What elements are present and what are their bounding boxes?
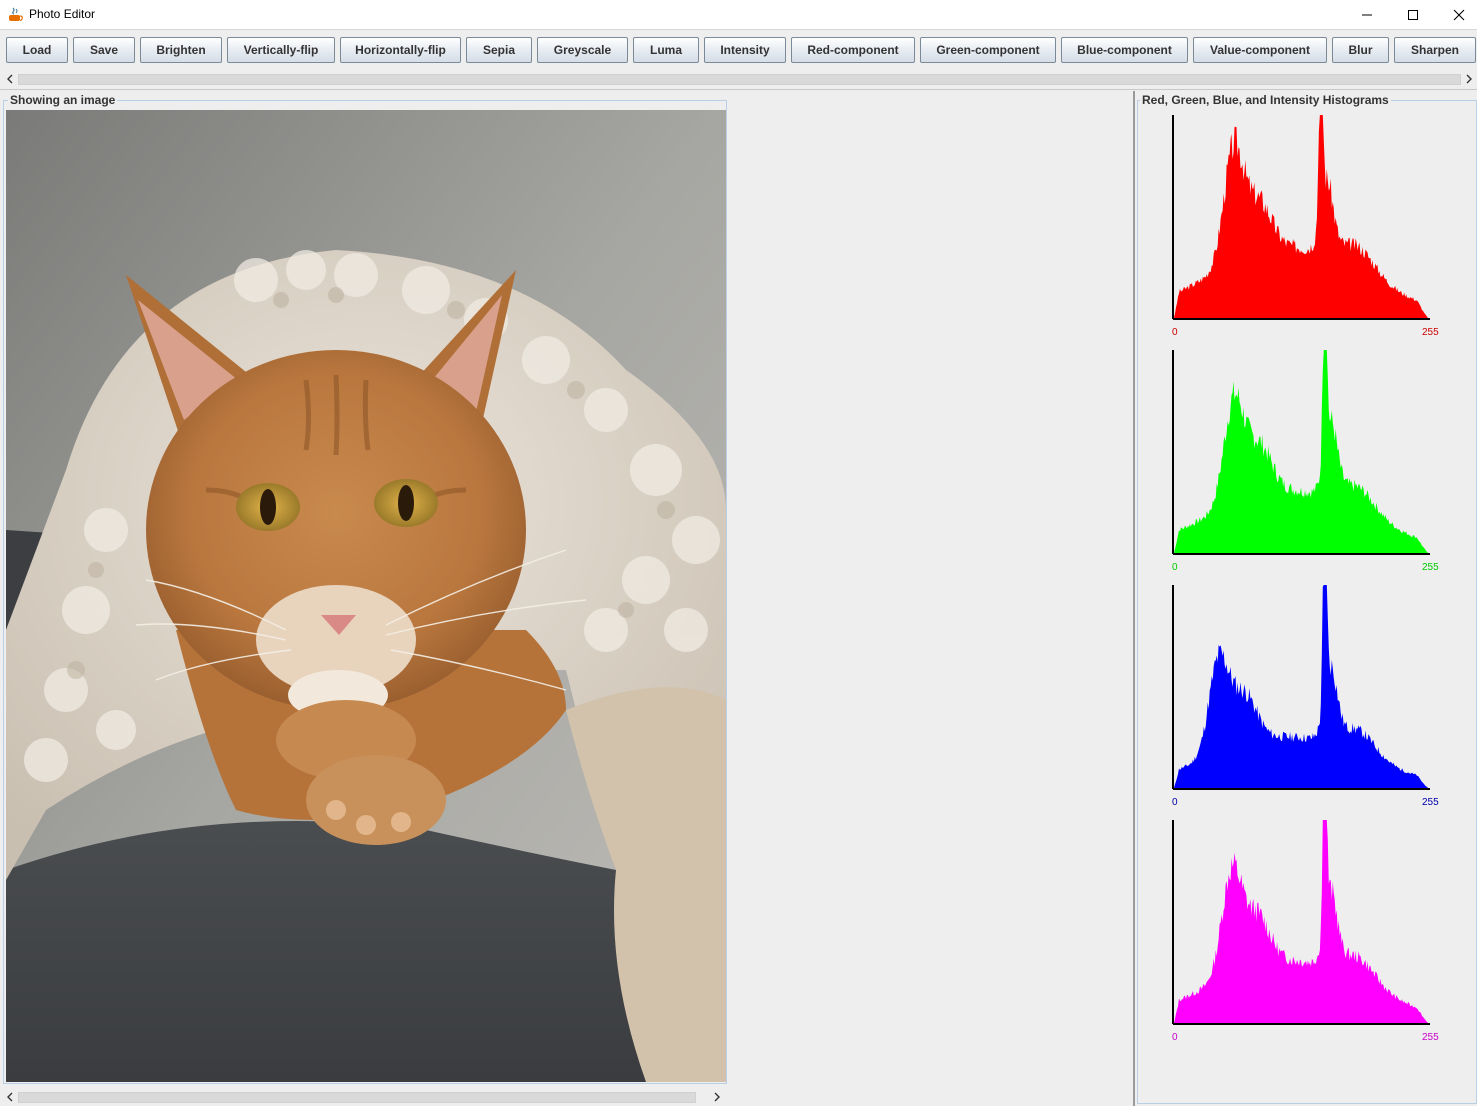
minimize-button[interactable]: [1344, 0, 1390, 30]
load-button[interactable]: Load: [6, 37, 68, 63]
greyscale-button[interactable]: Greyscale: [537, 37, 628, 63]
scroll-thumb[interactable]: [18, 74, 1461, 85]
green-histogram-min-label: 0: [1172, 562, 1178, 573]
luma-button[interactable]: Luma: [633, 37, 699, 63]
chevron-right-icon: [714, 1092, 720, 1102]
maximize-icon: [1408, 10, 1418, 20]
scroll-right-arrow[interactable]: [1461, 71, 1477, 87]
toolbar-divider: [0, 89, 1477, 90]
red-histogram-max-label: 255: [1422, 327, 1439, 338]
chevron-right-icon: [1466, 74, 1472, 84]
intensity-histogram-max-label: 255: [1422, 1032, 1439, 1043]
red-histogram-min-label: 0: [1172, 327, 1178, 338]
brighten-button[interactable]: Brighten: [140, 37, 222, 63]
blue-histogram-min-label: 0: [1172, 797, 1178, 808]
window-title: Photo Editor: [29, 7, 96, 21]
green-histogram-bars: [1174, 350, 1428, 553]
photo-image: [6, 110, 726, 1082]
red-component-button[interactable]: Red-component: [791, 37, 915, 63]
image-scrollbar[interactable]: [0, 1089, 728, 1105]
image-scroll-left-arrow[interactable]: [2, 1089, 18, 1105]
maximize-button[interactable]: [1390, 0, 1436, 30]
save-button[interactable]: Save: [73, 37, 135, 63]
close-icon: [1453, 9, 1465, 21]
blue-histogram: 0 255: [1172, 585, 1439, 808]
intensity-histogram-bars: [1174, 820, 1428, 1023]
sharpen-button[interactable]: Sharpen: [1394, 37, 1476, 63]
minimize-icon: [1362, 14, 1372, 16]
blur-button[interactable]: Blur: [1332, 37, 1389, 63]
chevron-left-icon: [7, 1092, 13, 1102]
intensity-histogram: 0 255: [1172, 820, 1439, 1043]
histogram-panel-title: Red, Green, Blue, and Intensity Histogra…: [1140, 93, 1391, 107]
image-scroll-right-arrow[interactable]: [709, 1089, 725, 1105]
green-histogram-max-label: 255: [1422, 562, 1439, 573]
blue-component-button[interactable]: Blue-component: [1061, 37, 1188, 63]
image-panel-title: Showing an image: [8, 93, 118, 107]
intensity-histogram-min-label: 0: [1172, 1032, 1178, 1043]
scroll-left-arrow[interactable]: [2, 71, 18, 87]
blue-histogram-bars: [1174, 585, 1428, 788]
java-app-icon: [9, 7, 23, 21]
value-component-button[interactable]: Value-component: [1193, 37, 1327, 63]
chevron-left-icon: [7, 74, 13, 84]
red-histogram: 0 255: [1172, 115, 1439, 338]
toolbar: Load Save Brighten Vertically-flip Horiz…: [0, 31, 1477, 71]
sepia-button[interactable]: Sepia: [466, 37, 532, 63]
vertically-flip-button[interactable]: Vertically-flip: [227, 37, 335, 63]
horizontally-flip-button[interactable]: Horizontally-flip: [340, 37, 461, 63]
close-button[interactable]: [1436, 0, 1477, 30]
cat-photo: [6, 110, 726, 1082]
toolbar-scrollbar[interactable]: [0, 71, 1477, 87]
green-histogram: 0 255: [1172, 350, 1439, 573]
intensity-button[interactable]: Intensity: [704, 37, 786, 63]
image-scroll-thumb[interactable]: [18, 1092, 696, 1103]
blue-histogram-max-label: 255: [1422, 797, 1439, 808]
title-bar: Photo Editor: [0, 0, 1477, 30]
red-histogram-bars: [1174, 115, 1428, 318]
green-component-button[interactable]: Green-component: [920, 37, 1056, 63]
